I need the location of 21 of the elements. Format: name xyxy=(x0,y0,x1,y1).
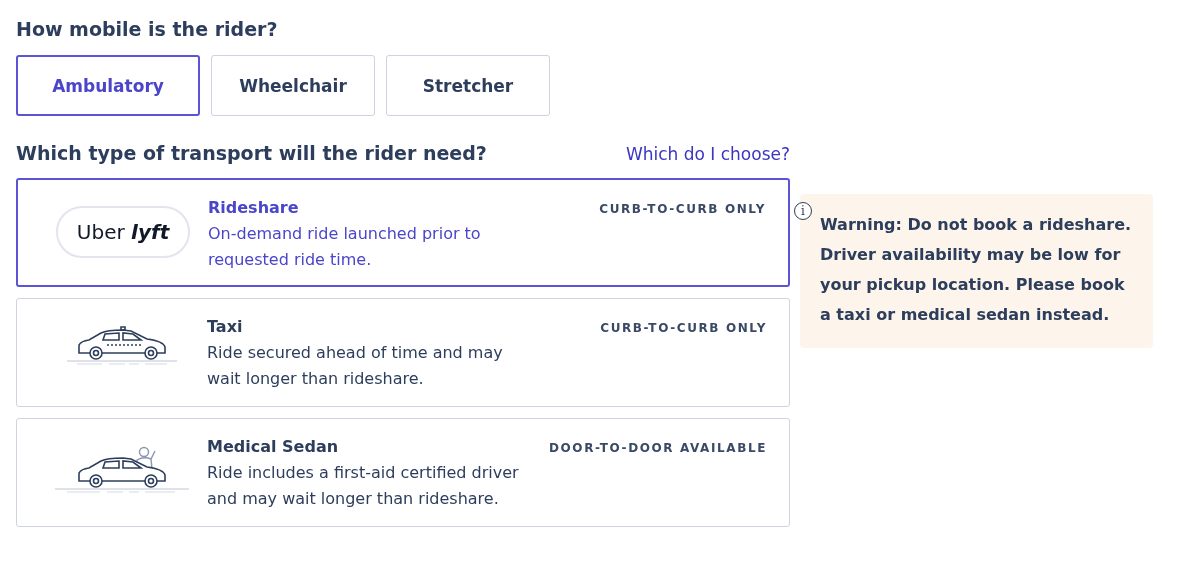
question-heading: Which type of transport will the rider need? xyxy=(16,142,487,164)
option-title: Rideshare xyxy=(208,198,300,217)
option-description: On-demand ride launched prior to requested ride time. xyxy=(208,223,482,271)
help-link[interactable]: Which do I choose? xyxy=(625,144,790,164)
mobility-option[interactable]: Wheelchair xyxy=(211,55,375,116)
service-tag: CURB-TO-CURB ONLY xyxy=(599,198,766,216)
warning-text: Warning: Do not book a rideshare. Driver availability may be low for your pickup location. Please book a taxi or medical sedan instead. xyxy=(820,214,1133,326)
option-title: Taxi xyxy=(207,317,244,336)
rideshare-logo: Uber lyft xyxy=(56,206,190,258)
option-title: Medical Sedan xyxy=(207,437,340,456)
question-heading: How mobile is the rider? xyxy=(16,18,279,40)
service-tag: CURB-TO-CURB ONLY xyxy=(600,317,767,335)
service-tag: DOOR-TO-DOOR AVAILABLE xyxy=(549,437,767,455)
transport-option-card[interactable]: Uber lyft Rideshare On-demand ride launched prior to requested ride time. CURB-TO-CURB ONLY xyxy=(16,178,790,287)
option-description: Ride includes a first-aid certified driver and may wait longer than rideshare. xyxy=(207,462,520,510)
transport-option-card[interactable]: Medical Sedan Ride includes a first-aid certified driver and may wait longer than rideshare. DOOR-TO-DOOR AVAILABLE xyxy=(16,418,790,527)
mobility-option[interactable]: Ambulatory xyxy=(16,55,200,116)
info-icon: i xyxy=(794,202,812,220)
mobility-option[interactable]: Stretcher xyxy=(386,55,550,116)
transport-option-card[interactable]: Taxi Ride secured ahead of time and may wait longer than rideshare. CURB-TO-CURB ONLY xyxy=(16,298,790,407)
option-description: Ride secured ahead of time and may wait longer than rideshare. xyxy=(207,342,504,390)
